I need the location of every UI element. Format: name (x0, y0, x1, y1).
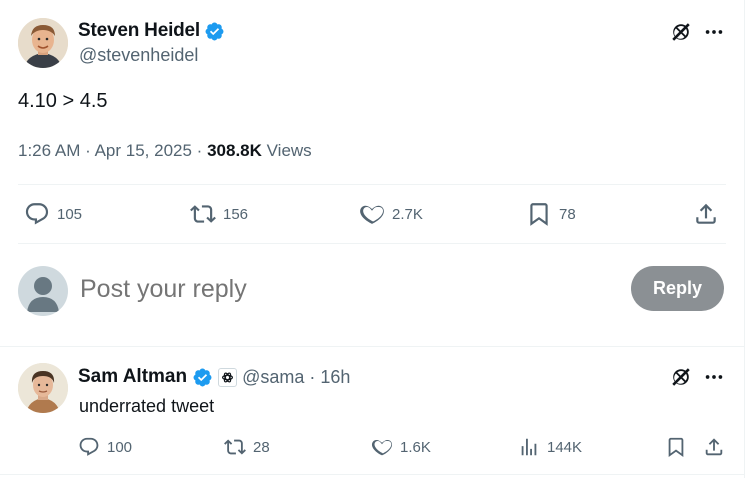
share-icon (703, 436, 725, 458)
reply-input[interactable] (80, 275, 480, 304)
grok-icon[interactable] (670, 21, 692, 43)
reply-button[interactable]: Reply (631, 266, 724, 311)
views-label: Views (266, 141, 312, 160)
repost-icon (190, 201, 216, 227)
repost-icon (224, 436, 246, 458)
heart-icon (371, 436, 393, 458)
heart-icon (359, 201, 385, 227)
more-options-icon[interactable] (703, 21, 725, 43)
verified-badge-icon[interactable] (204, 21, 225, 42)
reply-icon (78, 436, 100, 458)
views-count: 308.8K (207, 141, 262, 160)
reply-text: underrated tweet (79, 396, 215, 416)
author-handle[interactable]: @stevenheidel (79, 45, 198, 66)
divider (0, 474, 744, 475)
repost-count: 28 (253, 438, 270, 456)
like-action[interactable]: 1.6K (371, 436, 431, 458)
reply-author-name[interactable]: Sam Altman (78, 366, 187, 388)
divider (18, 243, 726, 244)
bookmark-icon (665, 436, 687, 458)
tweet-metadata: 1:26 AM · Apr 15, 2025 · 308.8K Views (18, 141, 312, 161)
reply-count: 105 (57, 205, 83, 223)
bookmark-icon (526, 201, 552, 227)
reply-author-handle[interactable]: @sama (242, 367, 304, 388)
bookmark-action[interactable]: 78 (526, 201, 576, 227)
reply-timestamp[interactable]: 16h (320, 367, 350, 388)
tweet-date[interactable]: Apr 15, 2025 (95, 141, 192, 160)
repost-count: 156 (223, 205, 249, 223)
like-count: 1.6K (400, 438, 431, 456)
meta-separator: · (196, 141, 203, 160)
views-count: 144K (547, 438, 583, 456)
divider (0, 346, 744, 347)
reply-action[interactable]: 100 (78, 436, 132, 458)
reply-action[interactable]: 105 (24, 201, 82, 227)
author-avatar[interactable] (18, 18, 68, 68)
grok-icon[interactable] (670, 366, 692, 388)
tweet-text: 4.10 > 4.5 (18, 90, 108, 112)
repost-action[interactable]: 28 (224, 436, 270, 458)
reply-count: 100 (107, 438, 133, 456)
author-name[interactable]: Steven Heidel (78, 20, 225, 42)
share-icon (693, 201, 719, 227)
views-action[interactable]: 144K (518, 436, 582, 458)
like-count: 2.7K (392, 205, 423, 223)
user-avatar[interactable] (18, 266, 68, 316)
divider (18, 184, 726, 185)
more-options-icon[interactable] (703, 366, 725, 388)
analytics-icon (518, 436, 540, 458)
bookmark-count: 78 (559, 205, 576, 223)
author-name-text[interactable]: Steven Heidel (78, 20, 200, 42)
repost-action[interactable]: 156 (190, 201, 248, 227)
like-action[interactable]: 2.7K (359, 201, 423, 227)
reply-author-avatar[interactable] (18, 363, 68, 413)
share-action[interactable] (703, 436, 725, 458)
reply-author-header: Sam Altman @sama · 16h (78, 366, 350, 388)
right-border (744, 0, 745, 478)
verified-badge-icon[interactable] (192, 367, 213, 388)
openai-logo-icon[interactable] (218, 367, 238, 387)
reply-icon (24, 201, 50, 227)
share-action[interactable] (693, 201, 719, 227)
bookmark-action[interactable] (665, 436, 687, 458)
meta-separator: · (309, 366, 316, 387)
tweet-time[interactable]: 1:26 AM (18, 141, 80, 160)
meta-separator: · (85, 141, 91, 160)
